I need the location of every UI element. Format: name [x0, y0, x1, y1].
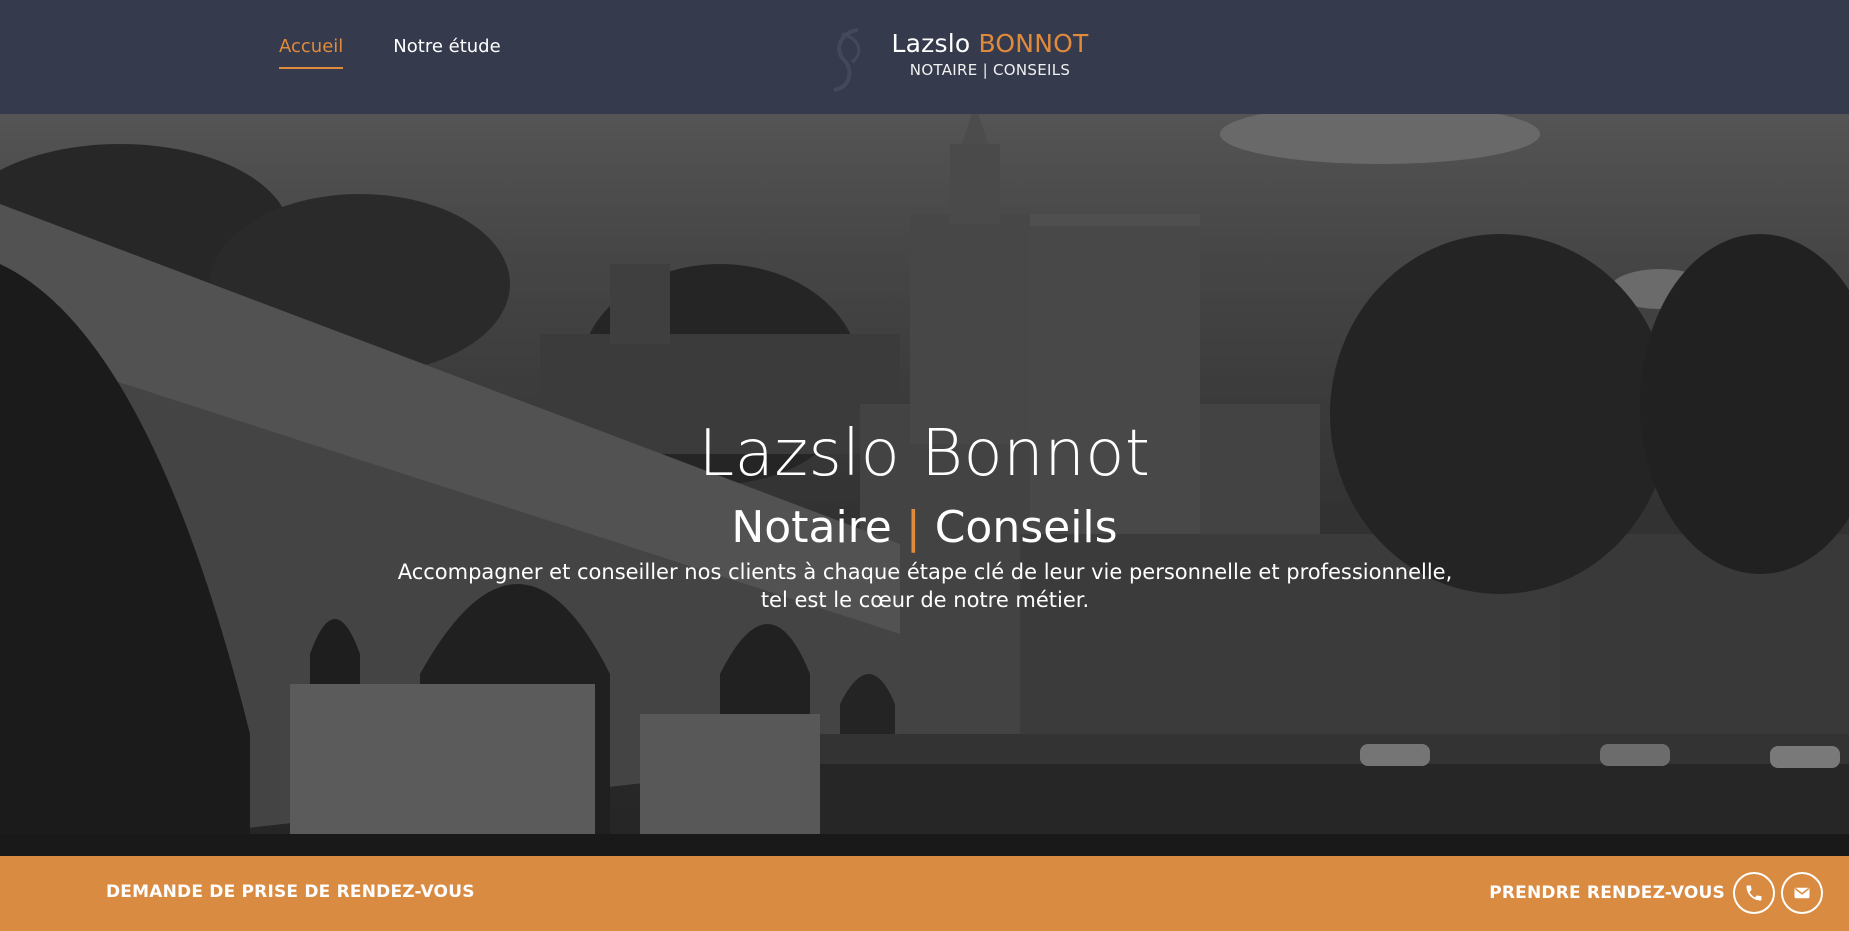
brand-first-name: Lazslo [891, 29, 971, 58]
nav-item-notre-etude[interactable]: Notre étude [393, 36, 500, 67]
hero-section: Lazslo Bonnot Notaire | Conseils Accompa… [0, 114, 1849, 856]
brand-last-name: BONNOT [978, 29, 1089, 58]
book-appointment-group: PRENDRE RENDEZ-VOUS [1489, 872, 1823, 914]
appointment-bar: DEMANDE DE PRISE DE RENDEZ-VOUS PRENDRE … [0, 856, 1849, 931]
monogram-icon [833, 28, 861, 92]
hero-title: Lazslo Bonnot [698, 417, 1151, 491]
nav-item-accueil[interactable]: Accueil [279, 36, 344, 69]
phone-button[interactable] [1733, 872, 1775, 914]
hero-subtitle: Notaire | Conseils [0, 499, 1849, 557]
hero-subtitle-left: Notaire [731, 502, 892, 553]
phone-icon [1746, 885, 1762, 901]
hero-subtitle-separator: | [905, 502, 921, 553]
site-header: Accueil Notre étude Lazslo BONNOT NOTAIR… [0, 0, 1849, 114]
hero-description: Accompagner et conseiller nos clients à … [397, 560, 1453, 612]
main-nav: Accueil Notre étude [279, 36, 501, 69]
brand-logo[interactable]: Lazslo BONNOT NOTAIRE | CONSEILS [820, 28, 1160, 92]
book-appointment-label[interactable]: PRENDRE RENDEZ-VOUS [1489, 883, 1725, 903]
mail-button[interactable] [1781, 872, 1823, 914]
mail-icon [1794, 887, 1810, 899]
hero-subtitle-right: Conseils [934, 502, 1118, 553]
appointment-request-link[interactable]: DEMANDE DE PRISE DE RENDEZ-VOUS [106, 882, 475, 902]
